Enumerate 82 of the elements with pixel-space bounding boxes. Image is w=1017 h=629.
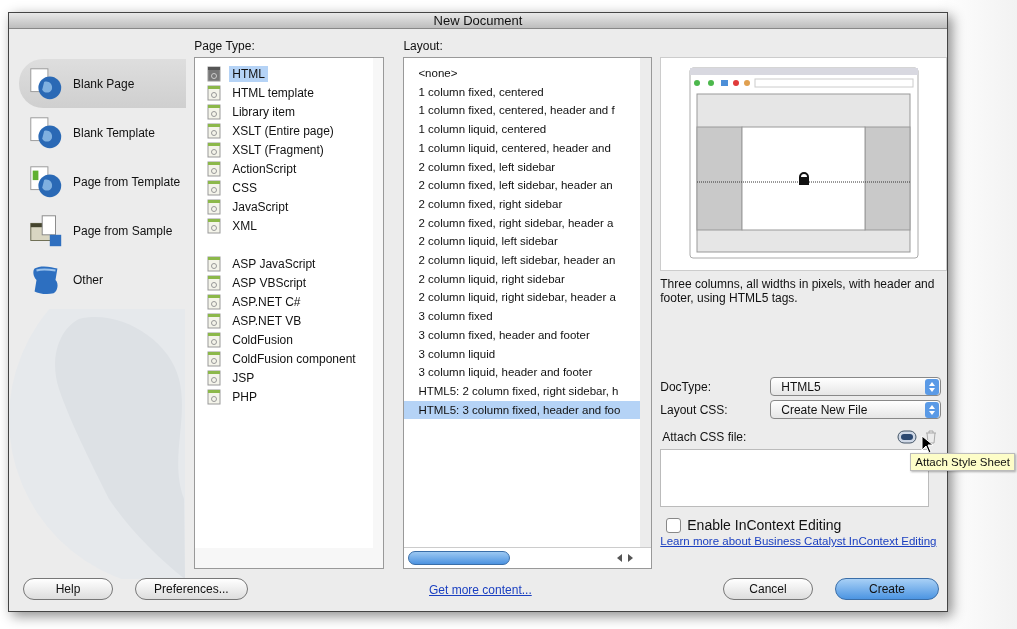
document-icon — [207, 141, 222, 158]
page-type-item[interactable]: XML — [229, 217, 260, 234]
category-item[interactable]: Page from Sample — [19, 206, 187, 255]
page-type-item[interactable]: XSLT (Fragment) — [229, 141, 327, 158]
layout-heading: Layout: — [403, 39, 444, 55]
page-type-item[interactable]: ASP VBScript — [229, 274, 310, 291]
page-type-item[interactable]: ASP.NET VB — [229, 312, 305, 329]
document-icon — [207, 369, 222, 386]
dialog-button[interactable]: Create — [835, 578, 939, 600]
layout-item[interactable]: <none> — [404, 64, 641, 83]
layout-item[interactable]: 2 column liquid, left sidebar — [404, 232, 641, 252]
document-icon — [207, 274, 222, 291]
document-icon — [207, 312, 222, 329]
layout-item[interactable]: 3 column fixed — [404, 307, 641, 326]
page-type-item[interactable]: CSS — [229, 179, 260, 196]
layout-item[interactable]: HTML5: 2 column fixed, right sidebar, h — [404, 381, 641, 401]
category-item[interactable]: Other — [19, 255, 187, 304]
window-title: New Document — [433, 13, 523, 28]
layout-css-select[interactable]: Create New File — [770, 400, 941, 419]
horizontal-scrollbar[interactable] — [404, 547, 652, 568]
category-item[interactable]: Blank Page — [19, 59, 187, 108]
page-type-item[interactable]: ASP.NET C# — [229, 293, 304, 310]
page-type-heading: Page Type: — [194, 39, 256, 55]
layout-item[interactable]: 2 column fixed, right sidebar — [404, 194, 641, 214]
layout-item[interactable]: 2 column liquid, right sidebar, header a — [404, 288, 641, 308]
checkbox[interactable] — [666, 517, 682, 533]
layout-item[interactable]: 3 column fixed, header and footer — [404, 325, 641, 345]
dialog-button[interactable]: Help — [23, 578, 113, 600]
document-icon — [207, 350, 222, 367]
document-icon — [207, 122, 222, 139]
stepper-arrows-icon — [925, 378, 939, 395]
document-icon — [207, 160, 222, 177]
page-type-item[interactable]: HTML — [229, 65, 268, 82]
document-icon — [207, 84, 222, 101]
dialog-button[interactable]: Cancel — [723, 578, 813, 600]
layout-item[interactable]: 2 column fixed, left sidebar, header an — [404, 176, 641, 195]
category-item[interactable]: Blank Template — [19, 108, 187, 157]
document-icon — [207, 103, 222, 120]
stepper-arrows-icon — [925, 401, 939, 418]
link-chain-icon[interactable] — [897, 430, 917, 444]
page-type-item[interactable]: ASP JavaScript — [229, 255, 319, 272]
layout-item[interactable]: 1 column liquid, centered, header and — [404, 138, 641, 158]
document-icon — [207, 65, 222, 82]
page-type-item[interactable]: ActionScript — [229, 160, 300, 177]
doctype-label: DocType: — [660, 379, 712, 394]
incontext-checkbox[interactable]: Enable InContext Editing — [660, 517, 947, 533]
attach-css-label: Attach CSS file: — [662, 430, 748, 444]
document-icon — [207, 179, 222, 196]
page-type-item[interactable]: HTML template — [229, 84, 317, 101]
layout-css-label: Layout CSS: — [660, 402, 729, 417]
layout-item[interactable]: 1 column liquid, centered — [404, 120, 641, 139]
page-type-item[interactable]: Library item — [229, 103, 298, 120]
trash-icon[interactable] — [925, 430, 937, 444]
document-icon — [207, 217, 222, 234]
page-type-item[interactable]: ColdFusion — [229, 331, 296, 348]
doctype-select[interactable]: HTML5 — [770, 377, 941, 396]
category-item[interactable]: Page from Template — [19, 157, 187, 206]
page-type-item[interactable]: PHP — [229, 388, 260, 405]
layout-item[interactable]: 2 column fixed, left sidebar — [404, 157, 641, 177]
get-more-content-link[interactable]: Get more content... — [429, 583, 532, 597]
document-icon — [207, 388, 222, 405]
layout-item[interactable]: 2 column fixed, right sidebar, header a — [404, 213, 641, 233]
layout-item[interactable]: 3 column liquid — [404, 344, 641, 364]
layout-item[interactable]: 1 column fixed, centered, header and f — [404, 101, 641, 121]
page-type-item[interactable]: XSLT (Entire page) — [229, 122, 337, 139]
layout-item[interactable]: 2 column liquid, right sidebar — [404, 269, 641, 289]
learn-more-link[interactable]: Learn more about Business Catalyst InContext Editing — [660, 534, 947, 548]
document-icon — [207, 293, 222, 310]
tooltip: Attach Style Sheet — [910, 453, 1015, 471]
layout-description: Three columns, all widths in pixels, with header and footer, using HTML5 tags. — [660, 277, 936, 305]
layout-item[interactable]: 2 column liquid, left sidebar, header an — [404, 251, 641, 270]
dialog-button[interactable]: Preferences... — [135, 578, 248, 600]
layout-item[interactable]: 3 column liquid, header and footer — [404, 363, 641, 382]
page-type-item[interactable]: ColdFusion component — [229, 350, 359, 367]
page-type-item[interactable]: JavaScript — [229, 198, 292, 215]
layout-item[interactable]: HTML5: 3 column fixed, header and foo — [404, 400, 641, 420]
page-type-item[interactable]: JSP — [229, 369, 258, 386]
document-icon — [207, 255, 222, 272]
document-icon — [207, 331, 222, 348]
document-icon — [207, 198, 222, 215]
mouse-cursor-icon — [921, 435, 935, 455]
layout-item[interactable]: 1 column fixed, centered — [404, 82, 641, 102]
